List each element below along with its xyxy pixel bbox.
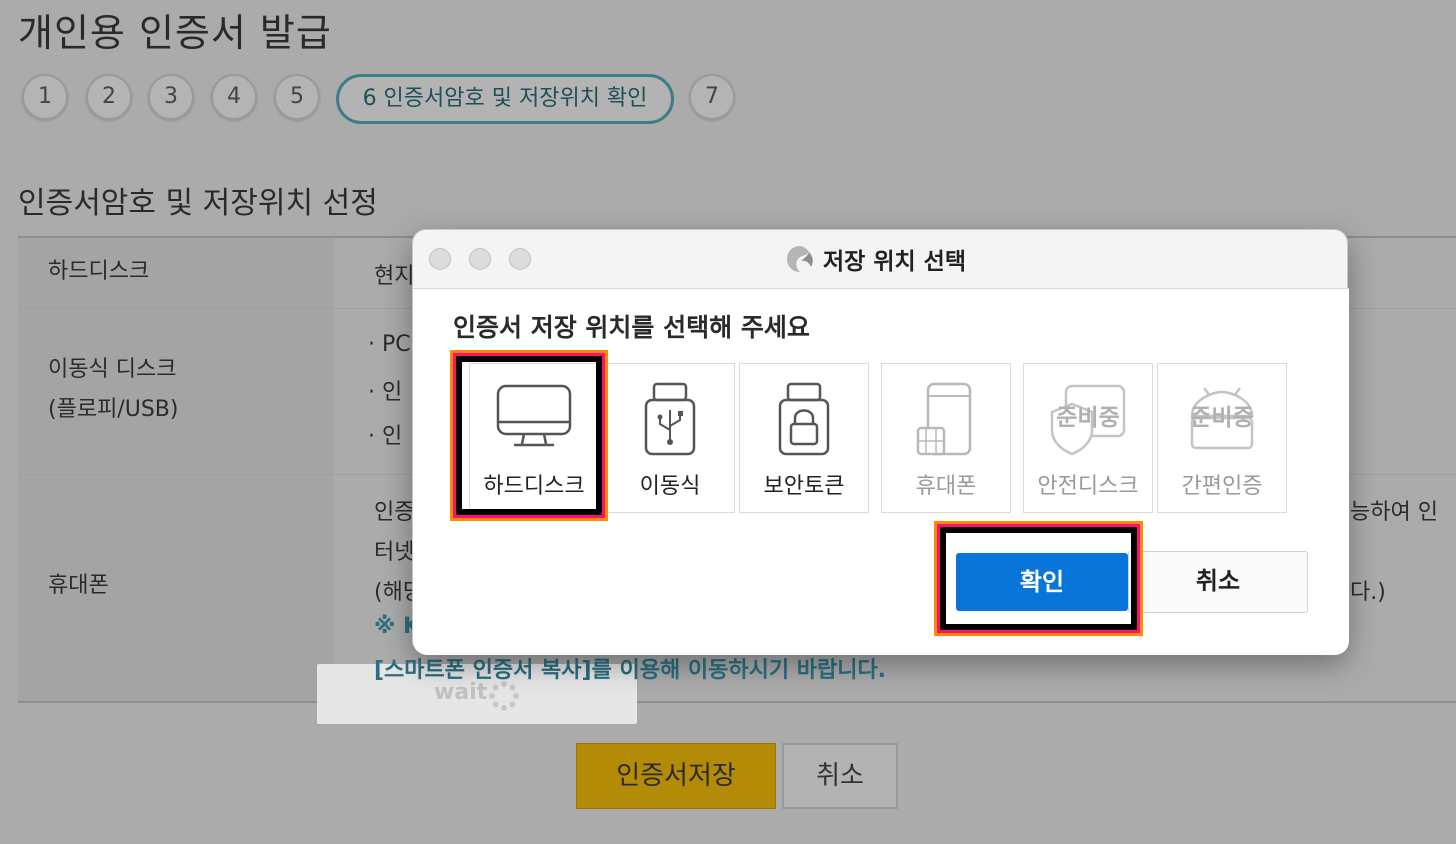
storage-location-dialog: 저장 위치 선택 인증서 저장 위치를 선택해 주세요 하드디스크 이동식 보안…	[412, 229, 1349, 655]
row-text: · 인	[368, 380, 403, 405]
spinner-icon	[489, 681, 519, 711]
dialog-title: 저장 위치 선택	[823, 249, 966, 275]
step-4[interactable]: 4	[211, 74, 257, 120]
step-7[interactable]: 7	[689, 74, 735, 120]
step-1[interactable]: 1	[22, 74, 68, 120]
dialog-prompt: 인증서 저장 위치를 선택해 주세요	[453, 313, 810, 342]
dialog-titlebar: 저장 위치 선택	[413, 230, 1349, 289]
coming-soon-badge: 준비중	[1190, 405, 1254, 431]
option-safe-disk: 준비중 안전디스크	[1023, 363, 1153, 513]
wait-label: wait	[434, 680, 488, 705]
coming-soon-badge: 준비중	[1056, 405, 1120, 431]
step-2[interactable]: 2	[86, 74, 132, 120]
option-simple-auth: 준비중 간편인증	[1157, 363, 1287, 513]
option-label: 안전디스크	[1037, 474, 1139, 499]
row-label-harddisk: 하드디스크	[48, 259, 150, 284]
window-zoom-button[interactable]	[509, 248, 531, 270]
option-label: 간편인증	[1181, 474, 1263, 499]
row-text: 터넷	[374, 540, 415, 565]
table-bottom-border	[18, 701, 1456, 703]
app-logo-icon	[787, 246, 813, 272]
row-text: · 인	[368, 424, 403, 449]
option-removable[interactable]: 이동식	[605, 363, 735, 513]
step-5[interactable]: 5	[274, 74, 320, 120]
window-minimize-button[interactable]	[469, 248, 491, 270]
dialog-cancel-button[interactable]: 취소	[1128, 551, 1308, 613]
step-6-current[interactable]: 6 인증서암호 및 저장위치 확인	[336, 74, 674, 124]
option-label: 이동식	[639, 474, 701, 499]
page-cancel-button[interactable]: 취소	[782, 743, 898, 809]
lock-token-icon	[778, 382, 830, 456]
row-label-removable-sub: (플로피/USB)	[48, 397, 179, 422]
phone-icon	[916, 382, 972, 456]
row-text: 인증	[374, 500, 415, 525]
option-label: 보안토큰	[763, 474, 845, 499]
row-text-right: 다.)	[1350, 580, 1386, 605]
step-3[interactable]: 3	[148, 74, 194, 120]
dialog-ok-button[interactable]: 확인	[956, 553, 1128, 611]
row-label-phone: 휴대폰	[48, 573, 109, 598]
option-security-token[interactable]: 보안토큰	[739, 363, 869, 513]
row-label-removable: 이동식 디스크	[48, 357, 177, 382]
option-phone: 휴대폰	[881, 363, 1011, 513]
row-text: 현지	[374, 264, 415, 289]
save-certificate-button[interactable]: 인증서저장	[576, 743, 776, 809]
page-title: 개인용 인증서 발급	[18, 11, 332, 55]
row-text: · PC	[368, 332, 411, 357]
usb-drive-icon	[644, 382, 696, 456]
selection-highlight	[456, 356, 602, 515]
row-text-right: 능하여 인	[1350, 500, 1438, 525]
window-close-button[interactable]	[429, 248, 451, 270]
option-label: 휴대폰	[915, 474, 977, 499]
section-title: 인증서암호 및 저장위치 선정	[18, 186, 378, 221]
